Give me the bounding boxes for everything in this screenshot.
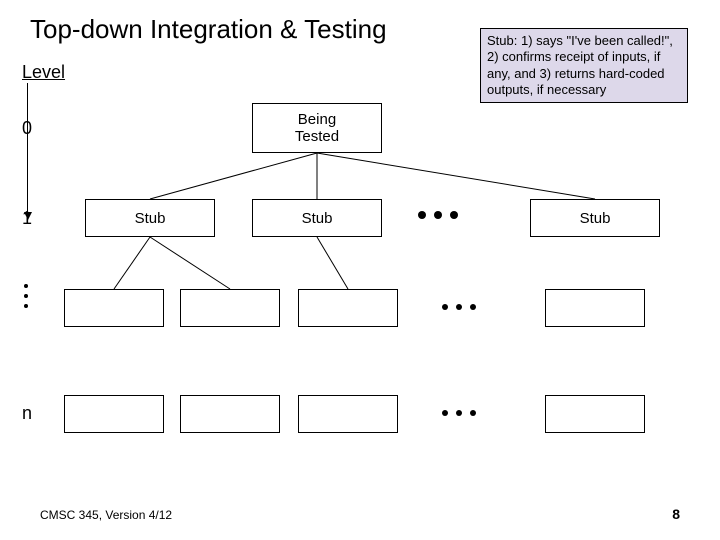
stub-box: Stub (252, 199, 382, 237)
ellipsis-icon (442, 410, 476, 416)
stub-box: Stub (85, 199, 215, 237)
empty-box (298, 289, 398, 327)
stub-box: Stub (530, 199, 660, 237)
level-ellipsis-vertical (24, 278, 28, 314)
footer-course: CMSC 345, Version 4/12 (40, 508, 172, 522)
level-heading: Level (22, 62, 65, 83)
footer-page-number: 8 (672, 506, 680, 522)
ellipsis-icon (418, 211, 458, 219)
page-title: Top-down Integration & Testing (30, 14, 387, 45)
being-tested-box: Being Tested (252, 103, 382, 153)
empty-box (64, 289, 164, 327)
empty-box (545, 395, 645, 433)
empty-box (180, 289, 280, 327)
level-n-label: n (22, 403, 32, 424)
stub-definition-callout: Stub: 1) says "I've been called!", 2) co… (480, 28, 688, 103)
level-arrow-icon (27, 83, 28, 219)
empty-box (180, 395, 280, 433)
slide: Top-down Integration & Testing Level Stu… (0, 0, 720, 540)
empty-box (545, 289, 645, 327)
ellipsis-icon (442, 304, 476, 310)
empty-box (298, 395, 398, 433)
empty-box (64, 395, 164, 433)
